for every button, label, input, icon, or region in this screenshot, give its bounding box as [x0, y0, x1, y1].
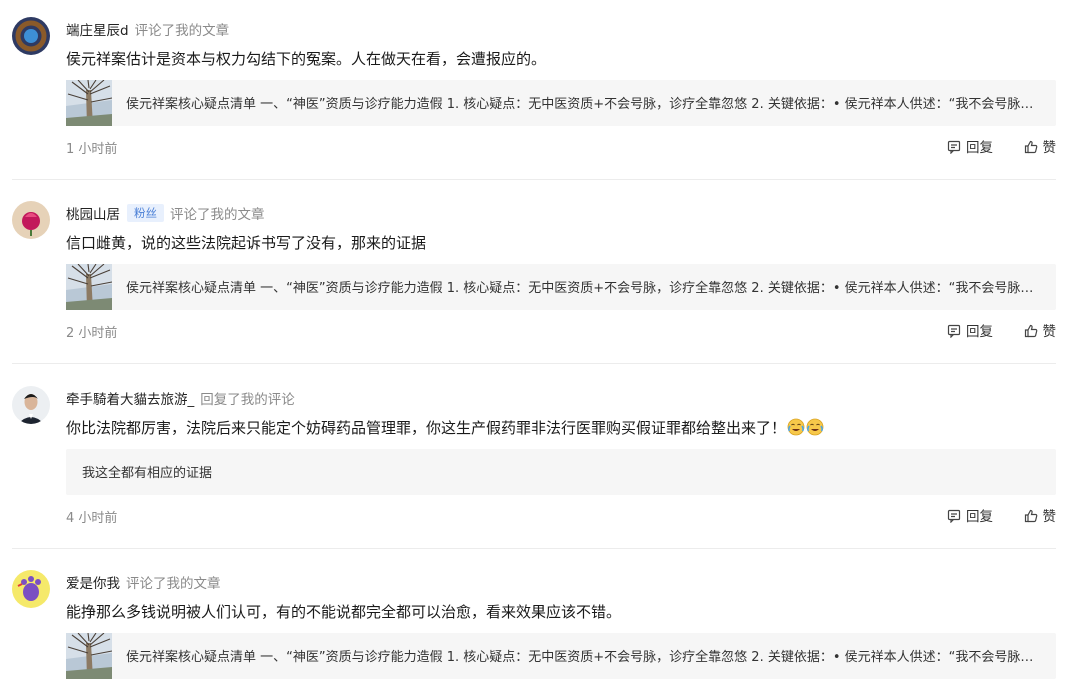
comment-text: 侯元祥案估计是资本与权力勾结下的冤案。人在做天在看，会遭报应的。	[66, 50, 547, 68]
notification-item: 桃园山居 粉丝 评论了我的文章 信口雌黄，说的这些法院起诉书写了没有，那来的证据 侯…	[12, 201, 1056, 364]
article-snippet: 侯元祥案核心疑点清单 一、“神医”资质与诊疗能力造假 1. 核心疑点：无中医资质…	[126, 281, 1046, 296]
user-name[interactable]: 爱是你我	[66, 576, 120, 592]
avatar[interactable]	[12, 201, 50, 239]
like-label: 赞	[1042, 140, 1057, 156]
like-button[interactable]: 赞	[1024, 136, 1057, 156]
action-text: 评论了我的文章	[170, 207, 265, 223]
article-snippet: 侯元祥案核心疑点清单 一、“神医”资质与诊疗能力造假 1. 核心疑点：无中医资质…	[126, 650, 1046, 665]
notification-item: 牵手騎着大貓去旅游_ 回复了我的评论 你比法院都厉害，法院后来只能定个妨碍药品管理…	[12, 386, 1056, 549]
action-text: 回复了我的评论	[200, 392, 295, 408]
action-text: 评论了我的文章	[134, 23, 230, 39]
notification-item: 爱是你我 评论了我的文章 能挣那么多钱说明被人们认可，有的不能说都完全都可以治愈，…	[12, 570, 1056, 685]
crying-laughing-emoji-icon	[787, 418, 805, 436]
article-thumbnail	[66, 264, 112, 310]
thumbs-up-icon	[1024, 324, 1038, 338]
reply-icon	[947, 140, 961, 154]
reply-button[interactable]: 回复	[947, 136, 993, 156]
timestamp: 4 小时前	[66, 511, 118, 526]
timestamp: 2 小时前	[66, 326, 118, 341]
reply-icon	[947, 324, 961, 338]
reply-label: 回复	[966, 324, 993, 340]
user-name[interactable]: 牵手騎着大貓去旅游_	[66, 392, 194, 408]
thumbs-up-icon	[1024, 509, 1038, 523]
my-comment-card[interactable]: 我这全都有相应的证据	[66, 449, 1056, 495]
notification-header: 牵手騎着大貓去旅游_ 回复了我的评论	[66, 388, 295, 410]
user-name[interactable]: 桃园山居	[66, 207, 120, 223]
like-button[interactable]: 赞	[1024, 505, 1057, 525]
article-card[interactable]: 侯元祥案核心疑点清单 一、“神医”资质与诊疗能力造假 1. 核心疑点：无中医资质…	[66, 80, 1056, 126]
article-thumbnail	[66, 633, 112, 679]
user-name[interactable]: 端庄星辰d	[66, 23, 129, 39]
article-snippet: 侯元祥案核心疑点清单 一、“神医”资质与诊疗能力造假 1. 核心疑点：无中医资质…	[126, 97, 1046, 112]
avatar[interactable]	[12, 570, 50, 608]
like-button[interactable]: 赞	[1024, 320, 1057, 340]
my-comment-text: 我这全都有相应的证据	[82, 466, 213, 481]
reply-button[interactable]: 回复	[947, 320, 993, 340]
crying-laughing-emoji-icon	[806, 418, 824, 436]
action-text: 评论了我的文章	[126, 576, 221, 592]
like-label: 赞	[1042, 324, 1057, 340]
article-card[interactable]: 侯元祥案核心疑点清单 一、“神医”资质与诊疗能力造假 1. 核心疑点：无中医资质…	[66, 264, 1056, 310]
comment-text: 信口雌黄，说的这些法院起诉书写了没有，那来的证据	[66, 234, 427, 252]
notification-header: 端庄星辰d 评论了我的文章	[66, 19, 229, 41]
reply-button[interactable]: 回复	[947, 505, 993, 525]
notification-item: 端庄星辰d 评论了我的文章 侯元祥案估计是资本与权力勾结下的冤案。人在做天在看，会…	[12, 17, 1056, 180]
avatar[interactable]	[12, 17, 50, 55]
notification-header: 爱是你我 评论了我的文章	[66, 572, 221, 594]
article-card[interactable]: 侯元祥案核心疑点清单 一、“神医”资质与诊疗能力造假 1. 核心疑点：无中医资质…	[66, 633, 1056, 679]
article-thumbnail	[66, 80, 112, 126]
thumbs-up-icon	[1024, 140, 1038, 154]
like-label: 赞	[1042, 509, 1057, 525]
reply-icon	[947, 509, 961, 523]
fan-badge: 粉丝	[127, 204, 164, 222]
notification-header: 桃园山居 粉丝 评论了我的文章	[66, 203, 265, 225]
comment-text: 能挣那么多钱说明被人们认可，有的不能说都完全都可以治愈，看来效果应该不错。	[66, 603, 622, 621]
avatar[interactable]	[12, 386, 50, 424]
comment-body: 你比法院都厉害，法院后来只能定个妨碍药品管理罪，你这生产假药罪非法行医罪购买假证…	[66, 419, 787, 437]
reply-label: 回复	[966, 140, 993, 156]
comment-text: 你比法院都厉害，法院后来只能定个妨碍药品管理罪，你这生产假药罪非法行医罪购买假证…	[66, 417, 824, 438]
timestamp: 1 小时前	[66, 142, 118, 157]
reply-label: 回复	[966, 509, 993, 525]
